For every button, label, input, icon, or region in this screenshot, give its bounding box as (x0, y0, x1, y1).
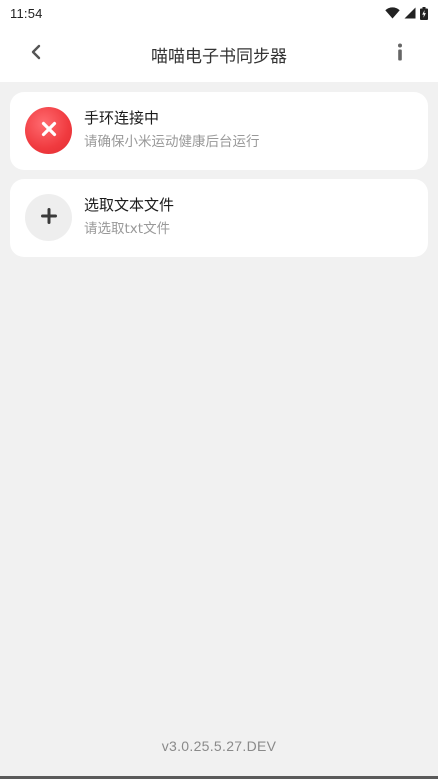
card-text: 手环连接中 请确保小米运动健康后台运行 (84, 109, 260, 151)
connection-status-icon (25, 107, 72, 154)
select-file-card[interactable]: 选取文本文件 请选取txt文件 (10, 179, 428, 257)
status-icons (385, 6, 428, 20)
card-text: 选取文本文件 请选取txt文件 (84, 196, 174, 238)
cell-signal-icon (404, 7, 416, 19)
card-title: 选取文本文件 (84, 196, 175, 214)
battery-charging-icon (420, 6, 428, 20)
info-icon (397, 43, 403, 65)
app-bar: 喵喵电子书同步器 (0, 26, 438, 82)
card-title: 手环连接中 (84, 109, 160, 127)
chevron-left-icon (30, 44, 42, 64)
close-icon (41, 121, 57, 141)
info-button[interactable] (386, 40, 414, 68)
version-label: v3.0.25.5.27.DEV (161, 738, 277, 754)
card-subtitle: 请确保小米运动健康后台运行 (84, 134, 260, 150)
status-bar: 11:54 (0, 0, 438, 26)
wifi-icon (385, 7, 400, 19)
page-title: 喵喵电子书同步器 (151, 46, 287, 67)
card-subtitle: 请选取txt文件 (84, 221, 171, 237)
add-file-icon-wrap (25, 194, 72, 241)
screen: 11:54 喵喵电子书同步器 手环连接中 请确保小米运动健康后台运行 选取文本文… (0, 0, 438, 779)
band-connection-card[interactable]: 手环连接中 请确保小米运动健康后台运行 (10, 92, 428, 170)
plus-icon (40, 207, 57, 228)
status-time: 11:54 (10, 5, 43, 21)
back-button[interactable] (22, 40, 50, 68)
